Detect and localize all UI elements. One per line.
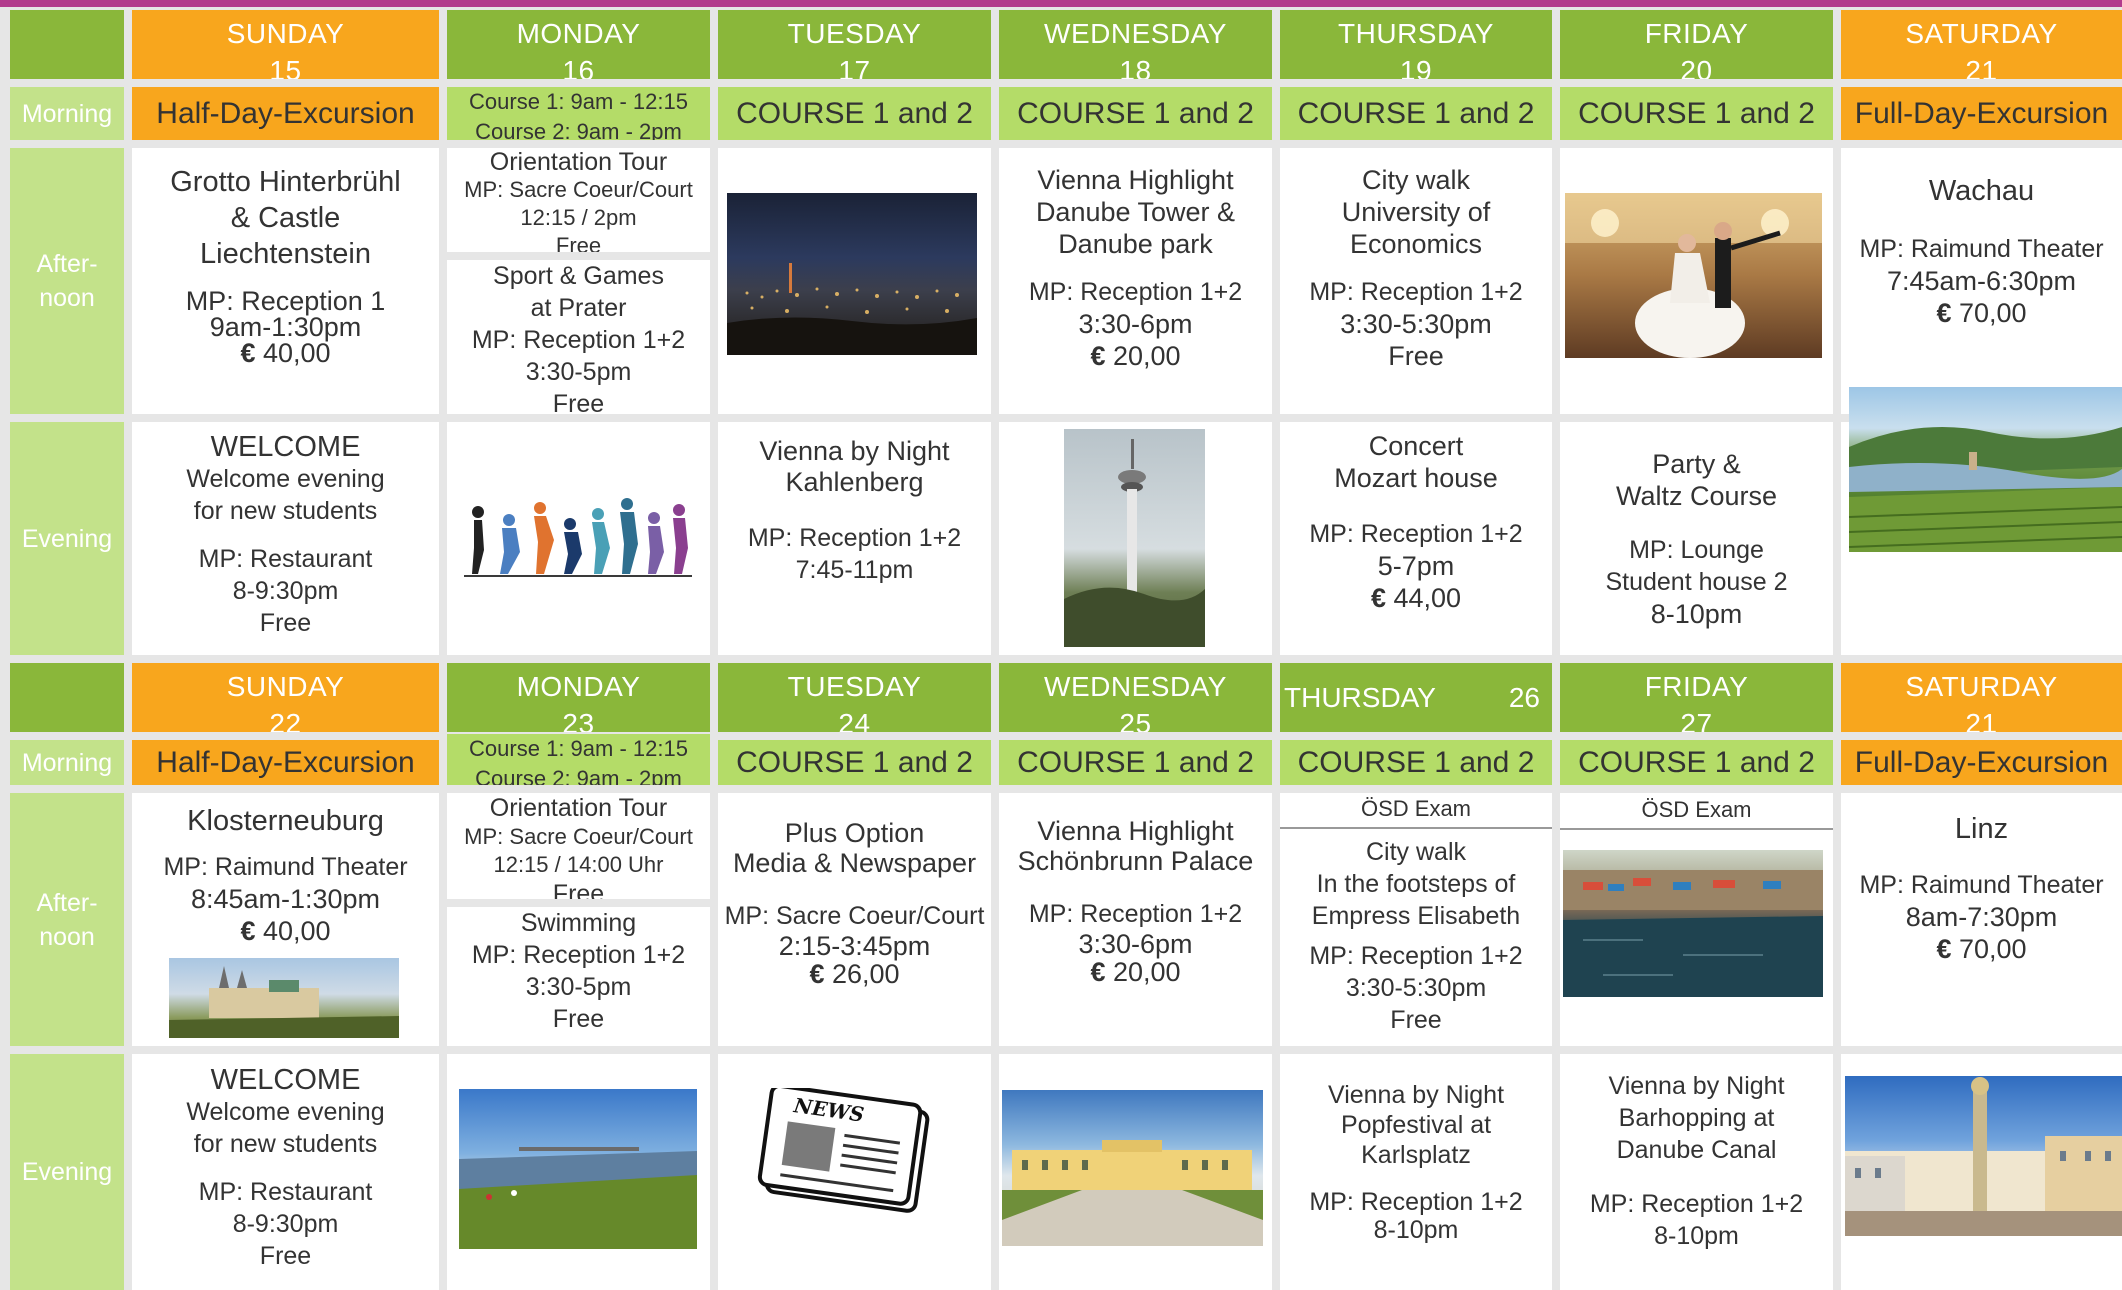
evening-wednesday-25 [999,1054,1272,1290]
row-label-evening: Evening [10,422,124,655]
header-corner-2 [10,663,124,732]
day-header-monday-23: MONDAY 23 [447,663,710,732]
top-color-stripe [0,0,2122,7]
afternoon-friday-27: ÖSD Exam [1560,793,1833,1046]
danube-tower-photo [1064,429,1205,647]
evening-thursday-26: Vienna by Night Popfestival at Karlsplat… [1280,1054,1552,1290]
linz-square-image [1845,1077,2122,1236]
afternoon-monday-23: Orientation Tour MP: Sacre Coeur/Court 1… [447,793,710,1046]
row-label-morning-2: Morning [10,740,124,785]
morning-wednesday-18: COURSE 1 and 2 [999,87,1272,140]
evening-sunday-22: WELCOME Welcome evening for new students… [132,1054,439,1290]
morning-sunday-15: Half-Day-Excursion [132,87,439,140]
wachau-vineyard-image [1849,427,2122,552]
morning-monday-16: Course 1: 9am - 12:15 Course 2: 9am - 2pm [447,87,710,140]
city-lights-image [727,263,977,355]
day-header-tuesday-17: TUESDAY 17 [718,10,991,79]
orientation-tour-block-2: Orientation Tour MP: Sacre Coeur/Court 1… [464,794,693,908]
row-label-afternoon-2: After-noon [10,793,124,1046]
morning-friday-27: COURSE 1 and 2 [1560,740,1833,785]
evening-tuesday-24: NEWS [718,1054,991,1290]
wachau-landscape-photo [1849,387,2122,552]
day-header-tuesday-24: TUESDAY 24 [718,663,991,732]
danube-canal-photo [1563,850,1823,997]
morning-thursday-26: COURSE 1 and 2 [1280,740,1552,785]
orientation-tour-block: Orientation Tour MP: Sacre Coeur/Court 1… [464,148,693,258]
afternoon-thursday-19: City walk University of Economics MP: Re… [1280,148,1552,414]
day-header-friday-27: FRIDAY 27 [1560,663,1833,732]
klosterneuburg-abbey-photo [169,958,399,1038]
afternoon-sunday-22: Klosterneuburg MP: Raimund Theater 8:45a… [132,793,439,1046]
day-header-monday-16: MONDAY 16 [447,10,710,79]
day-header-sunday-22: SUNDAY 22 [132,663,439,732]
evening-wednesday-18 [999,422,1272,655]
afternoon-friday-20 [1560,148,1833,414]
evening-friday-27: Vienna by Night Barhopping at Danube Can… [1560,1054,1833,1290]
sport-games-block: Sport & Games at Prater MP: Reception 1+… [471,262,686,414]
morning-tuesday-17: COURSE 1 and 2 [718,87,991,140]
sports-silhouettes-image [464,498,692,577]
afternoon-tuesday-17 [718,148,991,414]
row-label-morning: Morning [10,87,124,140]
row-label-afternoon: After-noon [10,148,124,414]
day-header-thursday-19: THURSDAY 19 [1280,10,1552,79]
afternoon-saturday-21: Wachau MP: Raimund Theater 7:45am-6:30pm… [1841,148,2122,414]
morning-saturday-21: Full-Day-Excursion [1841,87,2122,140]
evening-friday-20: Party & Waltz Course MP: Lounge Student … [1560,422,1833,655]
afternoon-thursday-26: ÖSD Exam City walk In the footsteps of E… [1280,793,1552,1046]
row-label-evening-2: Evening [10,1054,124,1290]
abbey-image [169,966,399,1038]
morning-thursday-19: COURSE 1 and 2 [1280,87,1552,140]
afternoon-wednesday-18: Vienna Highlight Danube Tower & Danube p… [999,148,1272,414]
afternoon-tuesday-24: Plus Option Media & Newspaper MP: Sacre … [718,793,991,1046]
waltz-dancers-photo [1565,193,1822,358]
morning-sunday-22: Half-Day-Excursion [132,740,439,785]
day-header-friday-20: FRIDAY 20 [1560,10,1833,79]
day-header-saturday-21-week2: SATURDAY 21 [1841,663,2122,732]
evening-thursday-19: Concert Mozart house MP: Reception 1+2 5… [1280,422,1552,655]
evening-sunday-15: WELCOME Welcome evening for new students… [132,422,439,655]
morning-wednesday-25: COURSE 1 and 2 [999,740,1272,785]
evening-saturday-21-week2 [1841,1054,2122,1290]
canal-crowd-image [1563,870,1823,997]
day-header-wednesday-25: WEDNESDAY 25 [999,663,1272,732]
newspaper-icon: NEWS [757,1088,930,1213]
schonbrunn-palace-photo [1002,1090,1263,1246]
afternoon-sunday-15: Grotto Hinterbrühl & Castle Liechtenstei… [132,148,439,414]
day-header-sunday-15: SUNDAY 15 [132,10,439,79]
morning-friday-20: COURSE 1 and 2 [1560,87,1833,140]
day-header-wednesday-18: WEDNESDAY 18 [999,10,1272,79]
day-header-thursday-26: THURSDAY 26 [1280,663,1552,732]
evening-tuesday-17: Vienna by Night Kahlenberg MP: Reception… [718,422,991,655]
header-corner [10,10,124,79]
river-meadow-image [459,1147,697,1249]
linz-main-square-photo [1845,1076,2122,1236]
afternoon-monday-16: Orientation Tour MP: Sacre Coeur/Court 1… [447,148,710,414]
vienna-night-skyline-photo [727,193,977,355]
afternoon-saturday-21-week2: Linz MP: Raimund Theater 8am-7:30pm € 70… [1841,793,2122,1046]
danube-river-swimming-photo [459,1089,697,1249]
dancing-couple-image [1565,193,1822,358]
morning-tuesday-24: COURSE 1 and 2 [718,740,991,785]
evening-monday-23 [447,1054,710,1290]
evening-monday-16 [447,422,710,655]
swimming-block: Swimming MP: Reception 1+2 3:30-5pm Free [471,909,686,1033]
morning-saturday-21-week2: Full-Day-Excursion [1841,740,2122,785]
palace-image [1002,1140,1263,1246]
tower-image [1064,439,1205,647]
morning-monday-23: Course 1: 9am - 12:15 Course 2: 9am - 2pm [447,734,710,785]
day-header-saturday-21: SATURDAY 21 [1841,10,2122,79]
afternoon-wednesday-25: Vienna Highlight Schönbrunn Palace MP: R… [999,793,1272,1046]
